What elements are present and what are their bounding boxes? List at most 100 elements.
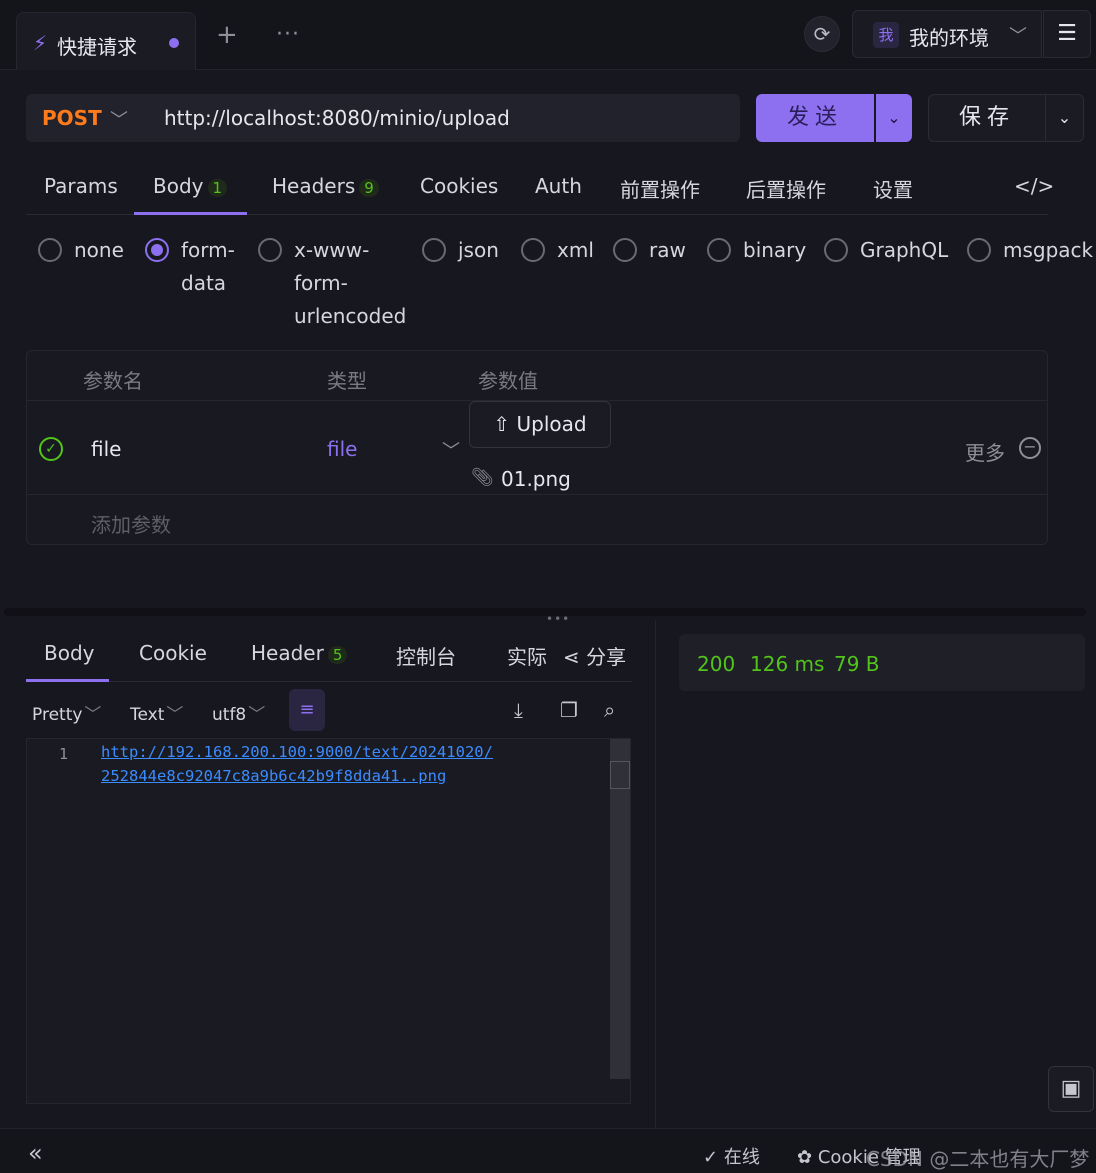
select-label: Text — [130, 705, 165, 725]
radio-form-data[interactable]: form-data — [145, 234, 235, 300]
pretty-select[interactable]: Pretty ﹀ — [32, 700, 101, 725]
text-select[interactable]: Text ﹀ — [130, 700, 183, 725]
radio-circle — [145, 238, 169, 262]
response-tabs: Body Cookie Header 5 控制台 实际 ⋖ 分享 — [26, 620, 632, 682]
column-header: 参数名 — [83, 369, 143, 393]
response-time: 126 ms — [750, 652, 825, 676]
request-tab[interactable]: ⚡ 快捷请求 — [16, 12, 196, 70]
tab-label: 设置 — [873, 178, 913, 202]
paperclip-icon: 📎︎ — [471, 467, 494, 488]
line-number: 1 — [59, 745, 69, 763]
radio-x-www-form-urlencoded[interactable]: x-www-form-urlencoded — [258, 234, 406, 333]
save-button[interactable]: 保存 — [928, 94, 1046, 142]
copy-icon[interactable]: ❐ — [560, 698, 578, 722]
tab-response-body[interactable]: Body — [44, 641, 95, 665]
panel-splitter[interactable] — [4, 608, 1086, 616]
radio-json[interactable]: json — [422, 234, 499, 267]
more-icon[interactable]: ··· — [276, 24, 300, 46]
url-input[interactable] — [148, 94, 740, 142]
request-tabs: Params Body 1 Headers 9 Cookies Auth 前置操作 … — [26, 158, 1054, 215]
tab-headers[interactable]: Headers 9 — [272, 174, 379, 198]
more-button[interactable]: 更多 — [965, 437, 1005, 466]
send-dropdown-button[interactable]: ⌄ — [876, 94, 912, 142]
radio-xml[interactable]: xml — [521, 234, 594, 267]
column-header: 参数值 — [478, 369, 538, 393]
radio-binary[interactable]: binary — [707, 234, 806, 267]
scrollbar-thumb[interactable] — [610, 761, 630, 789]
radio-raw[interactable]: raw — [613, 234, 686, 267]
env-badge: 我 — [873, 22, 899, 48]
column-header: 类型 — [327, 369, 367, 393]
response-size: 79 B — [834, 652, 880, 676]
watermark: CSDN @二本也有大厂梦 — [866, 1147, 1090, 1171]
scrollbar[interactable] — [610, 739, 630, 1079]
chevron-down-icon[interactable]: ﹀ — [442, 437, 460, 463]
tab-post-script[interactable]: 后置操作 — [746, 174, 826, 203]
tab-label: Headers — [272, 174, 356, 198]
radio-none[interactable]: none — [38, 234, 124, 267]
environment-select[interactable]: 我 我的环境 ﹀ — [852, 10, 1042, 58]
add-tab-button[interactable]: + — [216, 22, 238, 48]
tab-auth[interactable]: Auth — [535, 174, 582, 198]
remove-icon[interactable]: − — [1019, 437, 1041, 459]
radio-label: form-data — [181, 238, 235, 295]
check-circle-icon: ✓ — [703, 1147, 719, 1168]
upload-icon: ⇧ — [493, 412, 511, 436]
params-table: 参数名 类型 参数值 ✓ file file ﹀ ⇧ Upload 📎︎ 01.… — [26, 350, 1048, 545]
online-status[interactable]: ✓ 在线 — [703, 1143, 760, 1169]
radio-label: x-www-form-urlencoded — [294, 238, 407, 328]
tab-pre-script[interactable]: 前置操作 — [620, 174, 700, 203]
select-label: Pretty — [32, 705, 83, 725]
share-button[interactable]: ⋖ 分享 — [563, 641, 626, 670]
chevron-down-icon: ﹀ — [84, 705, 102, 725]
tab-actual[interactable]: 实际 — [507, 641, 547, 670]
file-name[interactable]: 01.png — [501, 467, 571, 491]
refresh-button[interactable]: ⟳ — [804, 16, 840, 52]
layout-icon[interactable]: ▣ — [1048, 1066, 1094, 1112]
upload-button[interactable]: ⇧ Upload — [469, 401, 611, 448]
chevron-down-icon: ﹀ — [166, 705, 184, 725]
select-label: utf8 — [212, 705, 247, 725]
panel-divider[interactable] — [655, 620, 656, 1128]
tab-settings[interactable]: 设置 — [873, 174, 913, 203]
response-code-editor[interactable]: 1 http://192.168.200.100:9000/text/20241… — [26, 738, 631, 1104]
radio-circle — [824, 238, 848, 262]
method-select[interactable]: POST ﹀ — [26, 94, 148, 142]
tab-label: 前置操作 — [620, 178, 700, 202]
response-link[interactable]: http://192.168.200.100:9000/text/2024102… — [101, 743, 493, 761]
radio-graphql[interactable]: GraphQL — [824, 234, 948, 267]
tab-response-cookie[interactable]: Cookie — [139, 641, 207, 665]
download-icon[interactable]: ⤓ — [514, 698, 523, 722]
search-icon[interactable]: ⌕ — [604, 698, 615, 722]
chevron-down-icon: ⌄ — [1057, 108, 1072, 127]
radio-circle — [38, 238, 62, 262]
tab-body[interactable]: Body 1 — [153, 174, 228, 198]
radio-msgpack[interactable]: msgpack — [967, 234, 1093, 267]
lightning-icon: ⚡ — [33, 31, 48, 55]
collapse-icon[interactable]: « — [28, 1139, 43, 1167]
tab-label: 后置操作 — [746, 178, 826, 202]
check-icon[interactable]: ✓ — [39, 437, 63, 461]
wrap-lines-icon[interactable]: ≡ — [289, 689, 325, 731]
code-icon[interactable]: </> — [1014, 174, 1054, 198]
tab-console[interactable]: 控制台 — [396, 641, 456, 670]
encoding-select[interactable]: utf8 ﹀ — [212, 700, 265, 725]
chevron-down-icon: ﹀ — [1009, 26, 1027, 47]
send-button[interactable]: 发送 — [756, 94, 874, 142]
radio-circle — [613, 238, 637, 262]
param-name-field[interactable]: file — [91, 437, 121, 461]
radio-circle — [258, 238, 282, 262]
menu-button[interactable]: ☰ — [1043, 10, 1091, 58]
table-header: 参数名 类型 参数值 — [27, 351, 1047, 401]
refresh-icon: ⟳ — [813, 22, 831, 46]
add-param-input[interactable]: 添加参数 — [91, 509, 171, 538]
tab-cookies[interactable]: Cookies — [420, 174, 498, 198]
tab-params[interactable]: Params — [44, 174, 118, 198]
save-dropdown-button[interactable]: ⌄ — [1046, 94, 1084, 142]
status-footer: « ✓ 在线 ✿ Cookie 管理 CSDN @二本也有大厂梦 — [0, 1128, 1096, 1173]
upload-label: Upload — [516, 412, 587, 436]
tab-response-header[interactable]: Header 5 — [251, 641, 348, 665]
response-link[interactable]: 252844e8c92047c8a9b6c42b9f8dda41..png — [101, 767, 446, 785]
param-type-select[interactable]: file — [327, 437, 357, 461]
count-badge: 1 — [207, 179, 228, 197]
